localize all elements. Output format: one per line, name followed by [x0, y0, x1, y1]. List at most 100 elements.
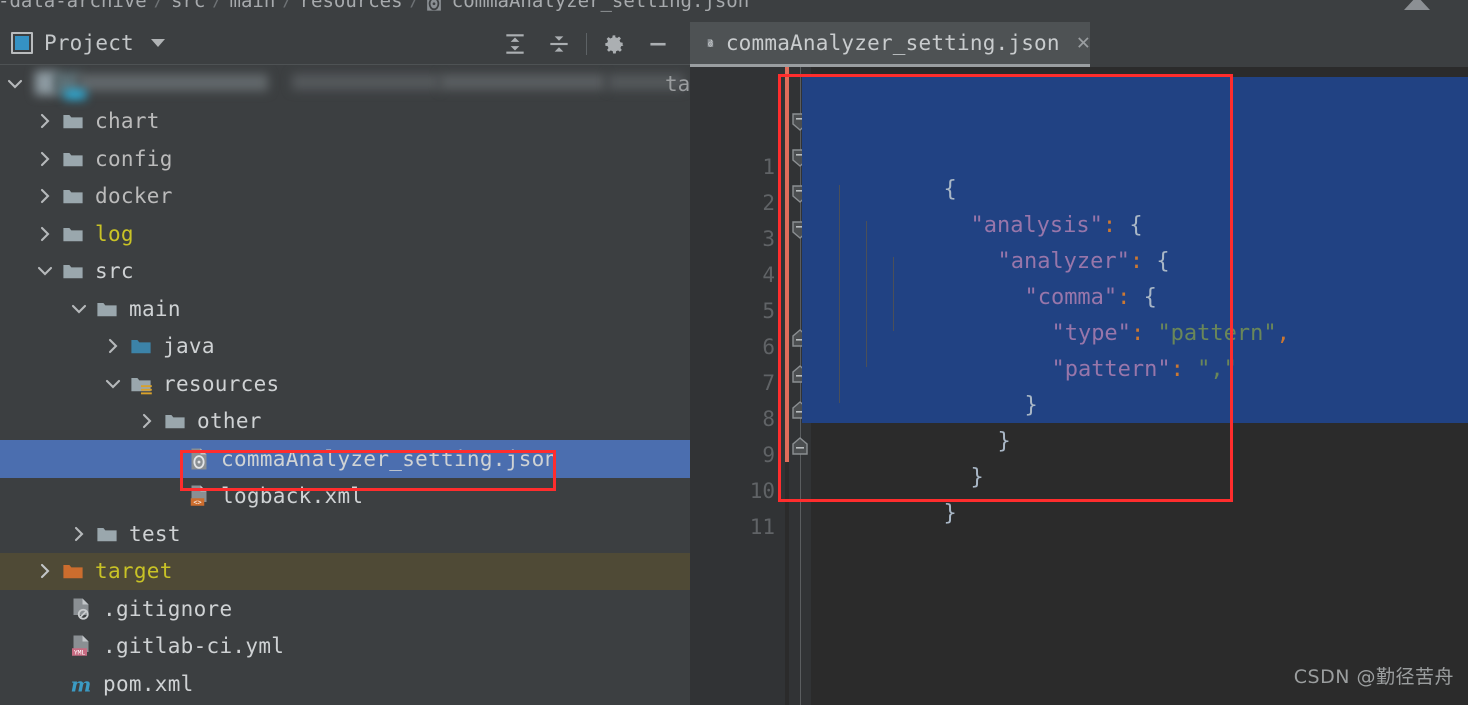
editor-area: commaAnalyzer_setting.json ✕ 1 2 3 4 5 6… — [690, 22, 1468, 705]
line-number-gutter: 1 2 3 4 5 6 7 8 9 10 11 — [690, 67, 785, 705]
tree-node-label: test — [129, 521, 181, 546]
tree-node-label: resources — [163, 371, 280, 396]
tree-node-label: target — [95, 559, 173, 584]
code-token: } — [970, 465, 984, 490]
line-number: 5 — [762, 299, 775, 323]
line-number: 2 — [762, 191, 775, 215]
line-number: 4 — [762, 263, 775, 287]
tree-node-label: main — [129, 296, 181, 321]
folder-icon — [60, 183, 86, 209]
project-panel-toolbar — [493, 22, 680, 65]
gear-icon[interactable] — [592, 22, 636, 65]
tree-node-label: config — [95, 146, 173, 171]
tree-node-src[interactable]: src — [0, 253, 690, 291]
minimize-icon[interactable] — [636, 22, 680, 65]
code-token: , — [1276, 321, 1290, 346]
line-number: 1 — [762, 155, 775, 179]
tree-node-docker[interactable]: docker — [0, 178, 690, 216]
toolbar-divider — [586, 32, 587, 55]
breadcrumb-bar: -data-archive / src / main / resources /… — [0, 0, 1468, 22]
svg-text:<>: <> — [193, 499, 201, 507]
watermark: CSDN @勤径苦舟 — [1293, 666, 1454, 688]
folder-icon — [60, 258, 86, 284]
chevron-collapsed-icon[interactable] — [98, 328, 128, 366]
yml-file-icon: YML — [68, 633, 94, 659]
code-editor[interactable]: 1 2 3 4 5 6 7 8 9 10 11 {"analysis": {… — [690, 67, 1468, 705]
tree-node-gitignore[interactable]: .gitignore — [0, 590, 690, 628]
line-number: 6 — [762, 335, 775, 359]
fold-marker-up-icon[interactable] — [789, 435, 811, 457]
code-token: "pattern" — [1051, 357, 1171, 382]
tree-node-logback-xml[interactable]: <> logback.xml — [0, 478, 690, 516]
folder-icon — [94, 296, 120, 322]
breadcrumb-file[interactable]: commaAnalyzer_setting.json — [423, 0, 749, 12]
tree-node-label: src — [95, 259, 134, 284]
tree-node-target[interactable]: target — [0, 552, 690, 591]
tree-node-label: pom.xml — [103, 671, 194, 696]
chevron-collapsed-icon[interactable] — [30, 103, 60, 141]
tree-node-resources[interactable]: resources — [0, 365, 690, 403]
line-number: 9 — [762, 443, 775, 467]
tree-node-label: other — [197, 409, 262, 434]
code-token: : — [1170, 357, 1184, 382]
tree-root-node[interactable]: ta — [0, 65, 690, 103]
tree-node-config[interactable]: config — [0, 140, 690, 178]
expand-all-icon[interactable] — [493, 22, 537, 65]
editor-tabbar: commaAnalyzer_setting.json ✕ — [690, 22, 1468, 67]
chevron-collapsed-icon[interactable] — [64, 515, 94, 553]
tree-node-label: docker — [95, 184, 173, 209]
code-token: "," — [1197, 357, 1237, 382]
editor-tab-commaanalyzer-setting-json[interactable]: commaAnalyzer_setting.json ✕ — [690, 22, 1090, 67]
folder-icon — [60, 146, 86, 172]
folder-icon — [94, 521, 120, 547]
code-token: } — [997, 429, 1011, 454]
chevron-collapsed-icon[interactable] — [30, 178, 60, 216]
chevron-collapsed-icon[interactable] — [30, 140, 60, 178]
tree-node-other[interactable]: other — [0, 403, 690, 441]
chevron-collapsed-icon[interactable] — [132, 403, 162, 441]
project-panel-header: Project — [0, 22, 690, 65]
json-file-icon — [186, 446, 212, 472]
resource-folder-icon — [128, 371, 154, 397]
xml-file-icon: <> — [186, 483, 212, 509]
close-icon[interactable]: ✕ — [1077, 32, 1090, 54]
tree-root-trailing-text: ta — [665, 71, 690, 96]
folder-icon — [60, 221, 86, 247]
code-token: } — [1024, 393, 1038, 418]
tree-node-main[interactable]: main — [0, 290, 690, 328]
chevron-collapsed-icon[interactable] — [30, 553, 60, 591]
svg-text:YML: YML — [74, 650, 86, 657]
chevron-expanded-icon[interactable] — [98, 365, 128, 403]
editor-tab-label: commaAnalyzer_setting.json — [725, 31, 1060, 55]
breadcrumb-separator: / — [212, 0, 223, 11]
panel-title: Project — [44, 31, 134, 55]
tree-node-gitlab-ci-yml[interactable]: YML .gitlab-ci.yml — [0, 628, 690, 666]
chevron-collapsed-icon[interactable] — [30, 215, 60, 253]
project-tree[interactable]: ta chart config docker log src main java… — [0, 65, 690, 705]
json-file-icon — [707, 39, 714, 47]
ide-window: -data-archive / src / main / resources /… — [0, 0, 1468, 705]
tree-node-commaanalyzer-setting-json[interactable]: commaAnalyzer_setting.json — [0, 440, 690, 478]
code-text-layer[interactable]: { "analysis": { "analyzer": { "comma": {… — [811, 67, 1468, 705]
tree-node-test[interactable]: test — [0, 515, 690, 553]
tree-node-pom-xml[interactable]: m pom.xml — [0, 665, 690, 703]
tree-node-log[interactable]: log — [0, 215, 690, 253]
collapse-arrow-icon[interactable] — [1400, 0, 1434, 14]
chevron-expanded-icon[interactable] — [30, 253, 60, 291]
collapse-all-icon[interactable] — [537, 22, 581, 65]
tree-node-chart[interactable]: chart — [0, 103, 690, 141]
tree-node-label: .gitlab-ci.yml — [103, 634, 285, 659]
project-tool-window: Project ta chart config docker log src m… — [0, 22, 690, 705]
project-panel-title-group[interactable]: Project — [0, 31, 165, 55]
breadcrumb[interactable]: -data-archive / src / main / resources /… — [0, 0, 749, 12]
chevron-expanded-icon[interactable] — [64, 290, 94, 328]
json-file-icon — [426, 0, 441, 11]
chevron-expanded-icon[interactable] — [0, 65, 30, 103]
line-number: 3 — [762, 227, 775, 251]
breadcrumb-item-1[interactable]: src — [167, 0, 209, 12]
breadcrumb-item-2[interactable]: main — [226, 0, 280, 12]
tree-node-java[interactable]: java — [0, 328, 690, 366]
chevron-down-icon[interactable] — [150, 39, 165, 47]
breadcrumb-item-3[interactable]: resources — [296, 0, 407, 12]
breadcrumb-item-0[interactable]: -data-archive — [0, 0, 151, 12]
